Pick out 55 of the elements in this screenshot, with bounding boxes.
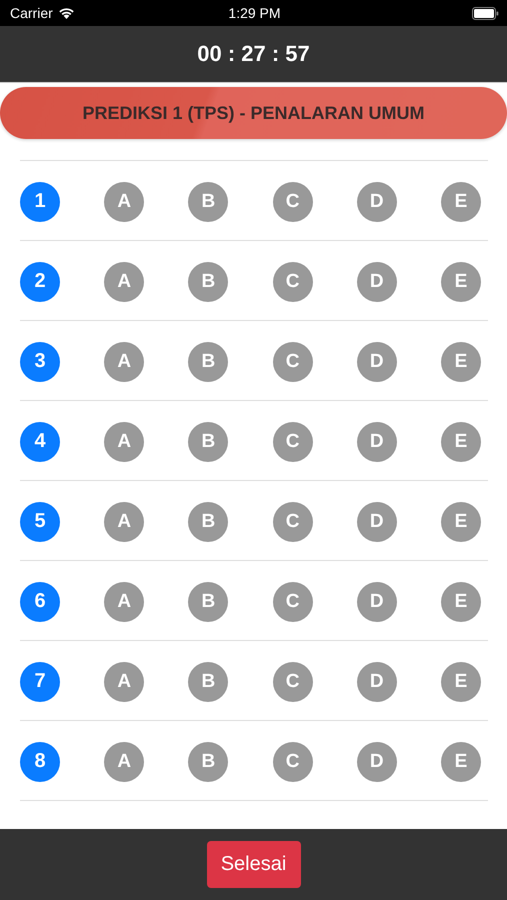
wifi-icon [58,7,75,19]
answer-option[interactable]: B [188,182,228,222]
answer-option[interactable]: E [440,262,481,302]
answer-option[interactable]: D [356,262,397,302]
battery-icon [472,6,499,20]
answer-option[interactable]: E [440,502,481,542]
answer-option[interactable]: A [104,262,144,302]
answer-option[interactable]: D [356,742,397,782]
answer-option[interactable]: A [104,742,144,782]
answer-option[interactable]: D [356,582,397,622]
answer-option[interactable]: B [188,742,228,782]
answer-option[interactable]: E [440,742,481,782]
question-number: 4 [20,422,60,462]
answer-option[interactable]: B [188,582,228,622]
question-number: 8 [20,742,60,782]
carrier-label: Carrier [10,5,53,21]
clock-time: 1:29 PM [228,5,281,21]
answer-option[interactable]: A [104,182,144,222]
answer-option[interactable]: D [356,502,397,542]
countdown-timer: 00 : 27 : 57 [197,41,310,67]
answer-option[interactable]: A [104,502,144,542]
answer-option[interactable]: C [272,582,313,622]
answer-option[interactable]: B [188,662,228,702]
answer-option[interactable]: B [188,342,228,382]
answer-option[interactable]: B [188,422,228,462]
answer-option[interactable]: E [440,182,481,222]
question-number: 6 [20,582,60,622]
answer-option[interactable]: B [188,262,228,302]
answer-option[interactable]: D [356,662,397,702]
question-number: 1 [20,182,60,222]
question-number: 7 [20,662,60,702]
question-number: 2 [20,262,60,302]
finish-button[interactable]: Selesai [206,841,300,888]
answer-option[interactable]: C [272,662,313,702]
answer-option[interactable]: D [356,182,397,222]
answer-option[interactable]: C [272,262,313,302]
section-title: PREDIKSI 1 (TPS) - PENALARAN UMUM [82,102,424,124]
answer-option[interactable]: D [356,422,397,462]
answer-option[interactable]: D [356,342,397,382]
question-number: 5 [20,502,60,542]
answer-option[interactable]: E [440,422,481,462]
answer-option[interactable]: B [188,502,228,542]
answer-option[interactable]: A [104,582,144,622]
answer-option[interactable]: E [440,582,481,622]
answer-option[interactable]: E [440,662,481,702]
answer-option[interactable]: C [272,182,313,222]
answer-option[interactable]: A [104,342,144,382]
answer-option[interactable]: C [272,342,313,382]
answer-option[interactable]: C [272,502,313,542]
answer-option[interactable]: C [272,422,313,462]
answer-option[interactable]: C [272,742,313,782]
question-number: 3 [20,342,60,382]
answer-option[interactable]: E [440,342,481,382]
answer-option[interactable]: A [104,662,144,702]
answer-option[interactable]: A [104,422,144,462]
